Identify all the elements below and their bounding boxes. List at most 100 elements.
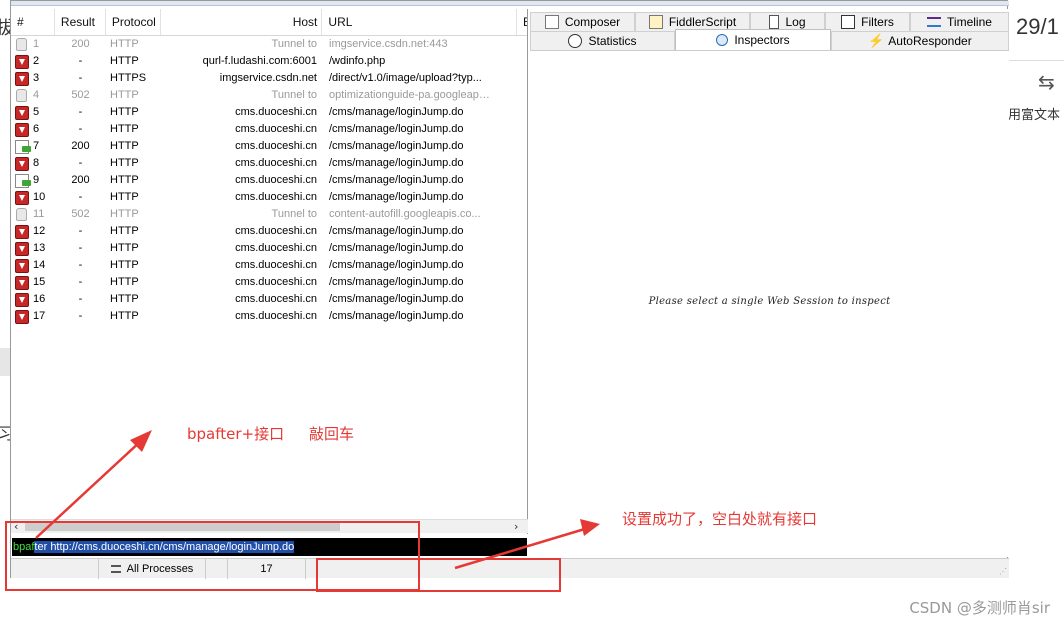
table-row[interactable]: 2 - HTTP qurl-f.ludashi.com:6001/wdinfo.php	[11, 53, 527, 70]
cell-url: optimizationguide-pa.googleapi...	[329, 89, 490, 101]
background-left-box	[0, 348, 10, 376]
stopwatch-icon	[568, 34, 583, 48]
table-row[interactable]: 5 - HTTP cms.duoceshi.cn/cms/manage/loginJu…	[11, 104, 527, 121]
breakpoint-icon	[15, 71, 29, 86]
tab-timeline-label: Timeline	[947, 15, 992, 29]
background-divider	[1008, 60, 1064, 61]
cell-url: /cms/manage/loginJump.do	[329, 259, 464, 271]
background-richtext-label: 用富文本	[1008, 108, 1061, 123]
log-icon	[769, 15, 780, 29]
cell-host: cms.duoceshi.cn	[235, 123, 317, 135]
cell-host: Tunnel to	[271, 89, 317, 101]
table-row[interactable]: 16 - HTTP cms.duoceshi.cn/cms/manage/loginJ…	[11, 291, 527, 308]
table-row[interactable]: 3 - HTTPS imgservice.csdn.net/direct/v1.0/i…	[11, 70, 527, 87]
cell-number-text: 4	[33, 89, 40, 101]
table-row[interactable]: 1 200 HTTP Tunnel to imgservice.csdn.net:443	[11, 36, 527, 53]
toolbar-strip	[11, 1, 1009, 6]
background-date: 29/1	[1016, 14, 1059, 39]
column-header-host[interactable]: Host	[161, 9, 323, 35]
column-header-body[interactable]: B	[517, 9, 527, 35]
cell-number-text: 2	[33, 55, 40, 67]
breakpoint-icon	[15, 275, 29, 290]
cell-result: -	[78, 293, 83, 305]
cell-protocol: HTTP	[110, 208, 139, 220]
cell-number: 13	[11, 240, 55, 257]
cell-protocol: HTTP	[110, 89, 139, 101]
fiddler-window: # Result Protocol Host URL B 1 200 HTTP Tun…	[10, 0, 1009, 579]
tab-timeline[interactable]: Timeline	[910, 12, 1009, 31]
table-row[interactable]: 14 - HTTP cms.duoceshi.cn/cms/manage/loginJ…	[11, 257, 527, 274]
tab-filters[interactable]: Filters	[825, 12, 910, 31]
cell-result: -	[78, 123, 83, 135]
table-row[interactable]: 9 200 HTTP cms.duoceshi.cn/cms/manage/login…	[11, 172, 527, 189]
table-row[interactable]: 11 502 HTTP Tunnel to content-autofill.googl…	[11, 206, 527, 223]
column-header-result[interactable]: Result	[55, 9, 106, 35]
inspector-pane: Composer FiddlerScript Log Filters Timel…	[530, 9, 1009, 557]
table-row[interactable]: 10 - HTTP cms.duoceshi.cn/cms/manage/loginJ…	[11, 189, 527, 206]
cell-result: -	[78, 242, 83, 254]
breakpoint-icon	[15, 156, 29, 171]
cell-host: cms.duoceshi.cn	[235, 276, 317, 288]
cell-result: -	[78, 157, 83, 169]
table-row[interactable]: 12 - HTTP cms.duoceshi.cn/cms/manage/loginJ…	[11, 223, 527, 240]
table-row[interactable]: 7 200 HTTP cms.duoceshi.cn/cms/manage/login…	[11, 138, 527, 155]
cell-protocol: HTTP	[110, 242, 139, 254]
cell-host: cms.duoceshi.cn	[235, 259, 317, 271]
cell-result: -	[78, 191, 83, 203]
cell-result: 200	[71, 38, 90, 50]
response-icon	[15, 139, 31, 154]
cell-url: /cms/manage/loginJump.do	[329, 310, 464, 322]
cell-number-text: 11	[33, 208, 45, 220]
cell-url: /cms/manage/loginJump.do	[329, 225, 464, 237]
table-row[interactable]: 6 - HTTP cms.duoceshi.cn/cms/manage/loginJu…	[11, 121, 527, 138]
autoresponder-icon: ⚡	[868, 33, 885, 48]
table-row[interactable]: 4 502 HTTP Tunnel to optimizationguide-pa.go…	[11, 87, 527, 104]
column-header-number[interactable]: #	[11, 9, 55, 35]
cell-host: cms.duoceshi.cn	[235, 293, 317, 305]
sessions-list[interactable]: # Result Protocol Host URL B 1 200 HTTP Tun…	[11, 9, 528, 534]
tab-autoresponder[interactable]: ⚡ AutoResponder	[831, 31, 1009, 50]
cell-host: cms.duoceshi.cn	[235, 191, 317, 203]
cell-host: cms.duoceshi.cn	[235, 225, 317, 237]
tab-statistics[interactable]: Statistics	[530, 31, 675, 50]
inspector-empty-message: Please select a single Web Session to in…	[648, 296, 891, 307]
cell-protocol: HTTP	[110, 38, 139, 50]
breakpoint-icon	[15, 190, 29, 205]
cell-number: 5	[11, 104, 55, 121]
sessions-rows: 1 200 HTTP Tunnel to imgservice.csdn.net:443…	[11, 36, 527, 325]
resize-grip-icon[interactable]: ⋰	[999, 567, 1007, 576]
cell-result: 502	[71, 208, 90, 220]
cell-number: 6	[11, 121, 55, 138]
table-row[interactable]: 13 - HTTP cms.duoceshi.cn/cms/manage/loginJ…	[11, 240, 527, 257]
tab-composer[interactable]: Composer	[530, 12, 635, 31]
cell-host: cms.duoceshi.cn	[235, 310, 317, 322]
cell-result: -	[78, 310, 83, 322]
cell-number: 10	[11, 189, 55, 206]
table-row[interactable]: 15 - HTTP cms.duoceshi.cn/cms/manage/loginJ…	[11, 274, 527, 291]
cell-protocol: HTTP	[110, 276, 139, 288]
cell-host: cms.duoceshi.cn	[235, 242, 317, 254]
table-row[interactable]: 17 - HTTP cms.duoceshi.cn/cms/manage/loginJ…	[11, 308, 527, 325]
cell-result: 502	[71, 89, 90, 101]
tab-inspectors[interactable]: Inspectors	[675, 29, 831, 50]
cell-host: imgservice.csdn.net	[219, 72, 317, 84]
column-header-url[interactable]: URL	[322, 9, 517, 35]
cell-number: 9	[11, 172, 55, 189]
cell-number: 8	[11, 155, 55, 172]
cell-number: 14	[11, 257, 55, 274]
tabs-row-2: Statistics Inspectors ⚡ AutoResponder	[530, 29, 1009, 51]
table-row[interactable]: 8 - HTTP cms.duoceshi.cn/cms/manage/loginJu…	[11, 155, 527, 172]
cell-protocol: HTTP	[110, 310, 139, 322]
column-header-protocol[interactable]: Protocol	[106, 9, 161, 35]
cell-protocol: HTTP	[110, 55, 139, 67]
inspector-icon	[716, 34, 729, 46]
cell-url: /cms/manage/loginJump.do	[329, 123, 464, 135]
cell-url: /cms/manage/loginJump.do	[329, 106, 464, 118]
tab-autoresponder-label: AutoResponder	[888, 34, 972, 48]
tab-filters-label: Filters	[861, 15, 894, 29]
scroll-right-icon[interactable]: ›	[514, 520, 518, 533]
cell-host: cms.duoceshi.cn	[235, 106, 317, 118]
cell-number: 17	[11, 308, 55, 325]
cell-result: 200	[71, 140, 90, 152]
cell-number-text: 1	[33, 38, 40, 50]
